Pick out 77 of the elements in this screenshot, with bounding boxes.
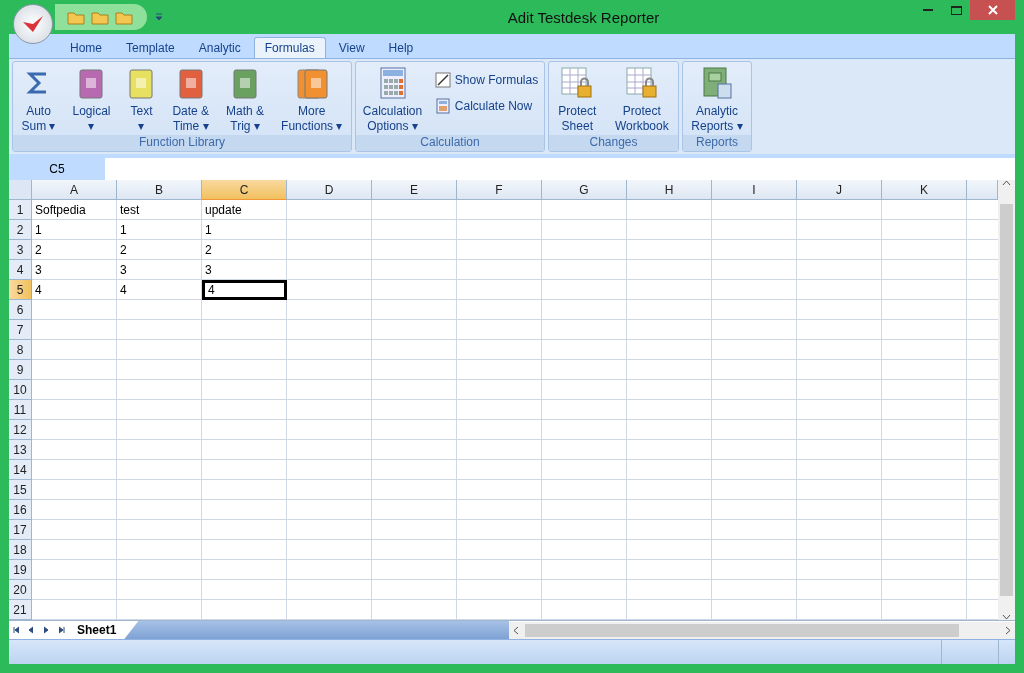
ribbon-button[interactable]: Calculation Options ▾ xyxy=(359,66,426,134)
percent-sheet-icon xyxy=(434,72,451,88)
row-header[interactable]: 13 xyxy=(9,440,32,460)
row-header[interactable]: 10 xyxy=(9,380,32,400)
maximize-icon xyxy=(950,5,962,15)
app-menu-button[interactable] xyxy=(13,4,53,44)
row-header[interactable]: 6 xyxy=(9,300,32,320)
group-label: Changes xyxy=(549,135,678,151)
ribbon-button[interactable]: Auto Sum ▾ xyxy=(18,66,59,134)
column-header[interactable]: D xyxy=(287,180,372,200)
dropdown-icon[interactable] xyxy=(155,13,163,21)
column-header[interactable]: G xyxy=(542,180,627,200)
locked-sheet-icon xyxy=(624,66,659,100)
ribbon-tab[interactable]: View xyxy=(327,37,376,58)
row-header[interactable]: 9 xyxy=(9,360,32,380)
row-header[interactable]: 4 xyxy=(9,260,32,280)
column-header[interactable]: H xyxy=(627,180,712,200)
row-header[interactable]: 5 xyxy=(9,280,32,300)
scroll-down-icon[interactable] xyxy=(1002,614,1011,620)
table-cell[interactable]: 4 xyxy=(202,280,287,300)
row-header[interactable]: 16 xyxy=(9,500,32,520)
locked-sheet-icon xyxy=(560,66,595,100)
ribbon-button[interactable]: Calculate Now xyxy=(432,96,541,116)
row-header[interactable]: 7 xyxy=(9,320,32,340)
row-header[interactable]: 8 xyxy=(9,340,32,360)
row-header[interactable]: 15 xyxy=(9,480,32,500)
column-header[interactable]: I xyxy=(712,180,797,200)
row-header[interactable]: 12 xyxy=(9,420,32,440)
minimize-icon xyxy=(923,8,933,12)
scroll-right-icon[interactable] xyxy=(1005,625,1011,635)
formula-field[interactable] xyxy=(105,158,1015,180)
sheet-nav-icon[interactable] xyxy=(57,626,66,634)
ribbon-button[interactable]: Protect Sheet xyxy=(555,66,600,134)
calculator-icon xyxy=(378,66,407,100)
row-header[interactable]: 3 xyxy=(9,240,32,260)
ribbon-button[interactable]: Protect Workbook xyxy=(611,66,672,134)
column-header[interactable]: F xyxy=(457,180,542,200)
group-label: Function Library xyxy=(13,135,351,151)
column-header[interactable]: J xyxy=(797,180,882,200)
report-book-icon xyxy=(700,66,734,100)
row-header[interactable]: 19 xyxy=(9,560,32,580)
scroll-up-icon[interactable] xyxy=(1002,180,1011,186)
ribbon-tab[interactable]: Analytic xyxy=(187,37,252,58)
row-header[interactable]: 18 xyxy=(9,540,32,560)
column-header[interactable]: B xyxy=(117,180,202,200)
scroll-left-icon[interactable] xyxy=(513,625,520,635)
group-label: Reports xyxy=(683,135,751,151)
horizontal-scrollbar[interactable] xyxy=(509,621,1015,639)
ribbon-button[interactable]: More Functions ▾ xyxy=(278,66,346,134)
ribbon-button[interactable]: Logical ▾ xyxy=(69,66,114,134)
sheet-nav-icon[interactable] xyxy=(12,626,21,634)
ribbon-button[interactable]: Analytic Reports ▾ xyxy=(688,66,746,134)
row-header[interactable]: 14 xyxy=(9,460,32,480)
row-header[interactable]: 2 xyxy=(9,220,32,240)
close-icon xyxy=(987,5,998,15)
column-header[interactable]: K xyxy=(882,180,967,200)
ribbon-button[interactable]: Show Formulas xyxy=(432,70,541,90)
column-header[interactable]: A xyxy=(32,180,117,200)
ribbon-button[interactable]: Math & Trig ▾ xyxy=(223,66,268,134)
ribbon-button[interactable]: Text ▾ xyxy=(124,66,159,134)
ribbon-button[interactable]: Date & Time ▾ xyxy=(169,66,213,134)
ribbon-tab[interactable]: Help xyxy=(377,37,425,58)
row-header[interactable]: 20 xyxy=(9,580,32,600)
vertical-scrollbar[interactable] xyxy=(998,180,1015,620)
close-button[interactable] xyxy=(970,0,1015,20)
ribbon-tab[interactable]: Formulas xyxy=(253,37,326,58)
ribbon-tab[interactable]: Home xyxy=(59,37,113,58)
window-title: Adit Testdesk Reporter xyxy=(506,8,661,26)
row-header[interactable]: 1 xyxy=(9,200,32,220)
calculator-icon xyxy=(434,98,451,114)
row-header[interactable]: 21 xyxy=(9,600,32,620)
column-header[interactable]: E xyxy=(372,180,457,200)
group-label: Calculation xyxy=(356,135,544,151)
ribbon-tab[interactable]: Template xyxy=(115,37,186,58)
row-header[interactable]: 11 xyxy=(9,400,32,420)
row-header[interactable]: 17 xyxy=(9,520,32,540)
column-header[interactable]: C xyxy=(202,180,287,200)
